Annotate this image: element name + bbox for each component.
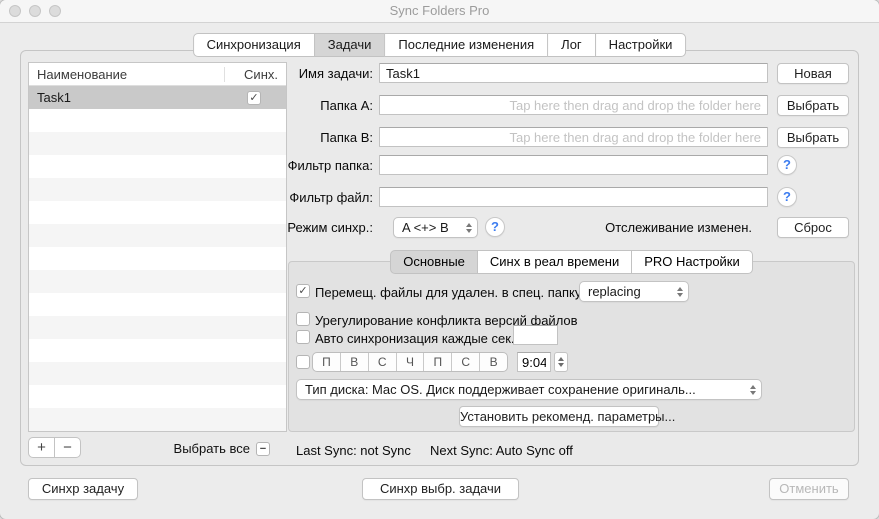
sync-mode-popup[interactable]: A <+> B	[393, 217, 478, 238]
task-name-input[interactable]	[379, 63, 768, 83]
select-all-label: Выбрать все	[174, 441, 250, 456]
sync-mode-value: A <+> B	[402, 220, 449, 235]
window-title: Sync Folders Pro	[0, 0, 879, 22]
next-sync-status: Next Sync: Auto Sync off	[430, 443, 573, 458]
cancel-button: Отменить	[769, 478, 849, 500]
filter-file-label: Фильтр файл:	[233, 190, 373, 205]
disk-type-value: Тип диска: Mac OS. Диск поддерживает сох…	[305, 382, 696, 397]
weekday-segment[interactable]: С	[368, 353, 396, 371]
move-deleted-checkbox[interactable]: ✓	[296, 284, 310, 298]
table-row-empty	[29, 316, 286, 339]
weekday-segment[interactable]: С	[451, 353, 479, 371]
chevron-updown-icon	[466, 223, 472, 233]
filter-file-input[interactable]	[379, 187, 768, 207]
replacing-popup[interactable]: replacing	[579, 281, 689, 302]
reset-button[interactable]: Сброс	[777, 217, 849, 238]
task-name-cell: Task1	[29, 90, 222, 105]
task-name-label: Имя задачи:	[233, 66, 373, 81]
choose-folder-a-button[interactable]: Выбрать	[777, 95, 849, 116]
schedule-time-input[interactable]	[517, 352, 551, 372]
settings-tab-pro[interactable]: PRO Настройки	[631, 250, 753, 274]
table-row-empty	[29, 431, 286, 432]
app-window: Sync Folders Pro СинхронизацияЗадачиПосл…	[0, 0, 879, 519]
folder-a-input[interactable]	[379, 95, 768, 115]
move-deleted-label: Перемещ. файлы для удален. в спец. папку	[315, 285, 581, 300]
weekday-segment[interactable]: В	[479, 353, 507, 371]
settings-tab-basic[interactable]: Основные	[390, 250, 478, 274]
auto-sync-interval-input[interactable]	[513, 325, 558, 345]
table-row-empty	[29, 293, 286, 316]
filter-folder-label: Фильтр папка:	[233, 158, 373, 173]
table-row-empty	[29, 385, 286, 408]
folder-a-label: Папка A:	[233, 98, 373, 113]
help-icon[interactable]: ?	[777, 187, 797, 207]
weekday-segment[interactable]: П	[423, 353, 451, 371]
replacing-value: replacing	[588, 284, 641, 299]
settings-tab-bar: ОсновныеСинх в реал времениPRO Настройки	[288, 250, 855, 274]
auto-sync-label: Авто синхронизация каждые сек.	[315, 331, 515, 346]
chevron-updown-icon	[750, 385, 756, 395]
tracking-label: Отслеживание изменен.	[572, 220, 752, 235]
table-row-empty	[29, 362, 286, 385]
new-task-button[interactable]: Новая	[777, 63, 849, 84]
titlebar: Sync Folders Pro	[0, 0, 879, 23]
tab-log[interactable]: Лог	[547, 33, 596, 57]
table-row-empty	[29, 408, 286, 431]
filter-folder-input[interactable]	[379, 155, 768, 175]
last-sync-status: Last Sync: not Sync	[296, 443, 411, 458]
select-all-checkbox[interactable]: −	[256, 442, 270, 456]
select-all: Выбрать все −	[28, 441, 270, 456]
tab-tasks[interactable]: Задачи	[314, 33, 386, 57]
main-panel: Наименование Синх. Task1✓ + − Выбрать вс…	[20, 50, 859, 466]
sync-task-button[interactable]: Синхр задачу	[28, 478, 138, 500]
disk-type-popup[interactable]: Тип диска: Mac OS. Диск поддерживает сох…	[296, 379, 762, 400]
tab-recent-changes[interactable]: Последние изменения	[384, 33, 548, 57]
recommended-params-button[interactable]: Установить рекоменд. параметры...	[459, 406, 659, 427]
help-icon[interactable]: ?	[485, 217, 505, 237]
choose-folder-b-button[interactable]: Выбрать	[777, 127, 849, 148]
sync-selected-tasks-button[interactable]: Синхр выбр. задачи	[362, 478, 519, 500]
help-icon[interactable]: ?	[777, 155, 797, 175]
chevron-updown-icon	[677, 287, 683, 297]
task-table: Наименование Синх. Task1✓	[28, 62, 287, 432]
weekday-segmented-control: ПВСЧПСВ	[312, 352, 508, 372]
settings-tab-realtime[interactable]: Синх в реал времени	[477, 250, 632, 274]
column-header-name[interactable]: Наименование	[29, 67, 224, 82]
schedule-checkbox[interactable]	[296, 355, 310, 369]
folder-b-label: Папка B:	[233, 130, 373, 145]
table-row-empty	[29, 270, 286, 293]
sync-mode-label: Режим синхр.:	[233, 220, 373, 235]
main-tab-bar: СинхронизацияЗадачиПоследние измененияЛо…	[193, 33, 687, 57]
weekday-segment[interactable]: В	[340, 353, 368, 371]
table-row-empty	[29, 339, 286, 362]
tab-sync[interactable]: Синхронизация	[193, 33, 315, 57]
folder-b-input[interactable]	[379, 127, 768, 147]
tab-settings[interactable]: Настройки	[595, 33, 687, 57]
conflict-checkbox[interactable]	[296, 312, 310, 326]
table-row-empty	[29, 247, 286, 270]
weekday-segment[interactable]: П	[313, 353, 340, 371]
auto-sync-checkbox[interactable]	[296, 330, 310, 344]
weekday-segment[interactable]: Ч	[396, 353, 424, 371]
time-stepper[interactable]	[554, 352, 568, 372]
